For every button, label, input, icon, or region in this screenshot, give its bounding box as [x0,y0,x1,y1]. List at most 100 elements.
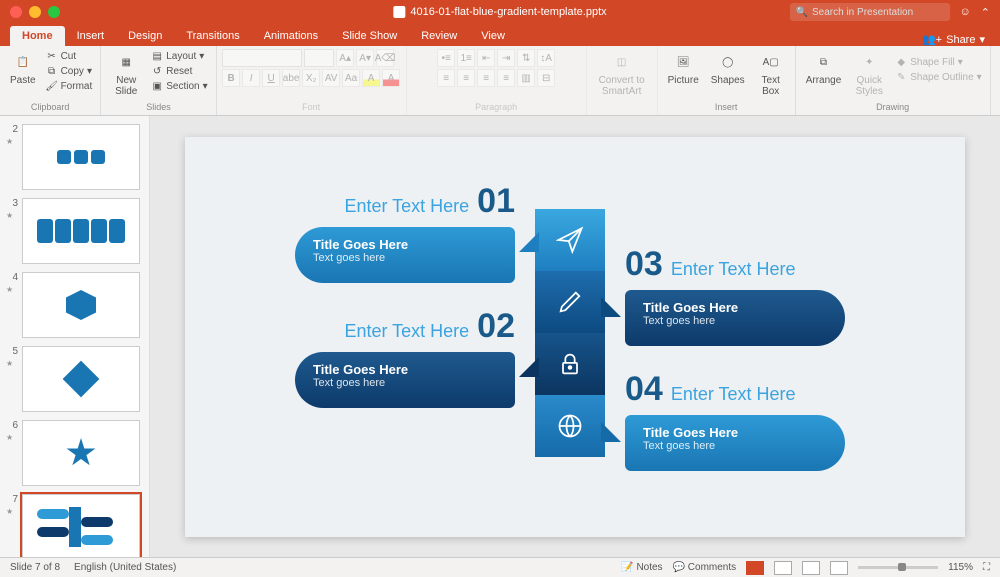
increase-font-button[interactable]: A▴ [336,49,354,67]
font-color-button[interactable]: A [382,69,400,87]
thumb-6[interactable]: 6★ [0,416,149,490]
notes-button[interactable]: 📝 Notes [621,562,662,573]
chevron-down-icon: ▾ [87,66,92,77]
paste-button[interactable]: 📋 Paste [6,49,40,88]
outdent-button[interactable]: ⇤ [477,49,495,67]
arrange-button[interactable]: ⧉Arrange [802,49,846,88]
align-right-button[interactable]: ≡ [477,69,495,87]
tab-review[interactable]: Review [409,26,469,46]
align-left-button[interactable]: ≡ [437,69,455,87]
tab-transitions[interactable]: Transitions [174,26,251,46]
tab-view[interactable]: View [469,26,517,46]
quick-styles-button[interactable]: ✦Quick Styles [849,49,889,99]
language-indicator[interactable]: English (United States) [74,562,176,573]
spine-block-2 [535,271,605,333]
copy-button[interactable]: ⧉Copy▾ [44,64,95,78]
item-04[interactable]: 04 Enter Text Here Title Goes Here Text … [625,370,845,471]
feedback-icon[interactable]: ☺ [960,6,971,18]
slide-panel[interactable]: 2★ 3★ 4★ 5★ 6★ 7★ 8★ [0,116,150,557]
picture-button[interactable]: 🖼Picture [664,49,703,88]
align-center-button[interactable]: ≡ [457,69,475,87]
cut-button[interactable]: ✂Cut [44,49,95,63]
slideshow-view-button[interactable] [830,561,848,575]
shape-outline-button[interactable]: ✎Shape Outline▾ [893,70,983,84]
reset-button[interactable]: ↺Reset [149,64,209,78]
item-number: 01 [477,182,515,221]
new-slide-icon: ▦ [115,51,137,73]
filename-label: 4016-01-flat-blue-gradient-template.pptx [393,6,606,18]
picture-icon: 🖼 [672,51,694,73]
font-family-select[interactable] [222,49,302,67]
strike-button[interactable]: abe [282,69,300,87]
thumb-3[interactable]: 3★ [0,194,149,268]
comments-button[interactable]: 💬 Comments [673,562,737,573]
enter-text: Enter Text Here [344,196,469,217]
item-02[interactable]: Enter Text Here 02 Title Goes Here Text … [295,307,515,408]
canvas-area[interactable]: Enter Text Here 01 Title Goes Here Text … [150,116,1000,557]
group-label: Font [302,101,320,112]
group-label: Paragraph [475,101,517,112]
thumb-2[interactable]: 2★ [0,120,149,194]
thumb-4[interactable]: 4★ [0,268,149,342]
fit-to-window-button[interactable]: ⛶ [983,562,990,573]
shapes-button[interactable]: ◯Shapes [707,49,749,88]
paste-icon: 📋 [12,51,34,73]
connector [519,232,539,252]
close-window-button[interactable] [10,6,22,18]
format-painter-button[interactable]: 🖌Format [44,79,95,93]
decrease-font-button[interactable]: A▾ [356,49,374,67]
textbox-button[interactable]: A▢Text Box [753,49,789,99]
line-spacing-button[interactable]: ⇅ [517,49,535,67]
bold-button[interactable]: B [222,69,240,87]
italic-button[interactable]: I [242,69,260,87]
spacing-button[interactable]: AV [322,69,340,87]
font-size-select[interactable] [304,49,334,67]
layout-icon: ▤ [151,50,163,62]
new-slide-button[interactable]: ▦ New Slide [107,49,145,99]
columns-button[interactable]: ▥ [517,69,535,87]
reading-view-button[interactable] [802,561,820,575]
convert-smartart-button[interactable]: ◫ Convert to SmartArt [593,49,651,99]
star-icon: ★ [6,211,18,220]
align-text-button[interactable]: ⊟ [537,69,555,87]
group-font: A▴ A▾ A⌫ B I U abe X₂ AV Aa A A Font [217,46,407,115]
justify-button[interactable]: ≡ [497,69,515,87]
thumb-5[interactable]: 5★ [0,342,149,416]
minimize-window-button[interactable] [29,6,41,18]
item-03[interactable]: 03 Enter Text Here Title Goes Here Text … [625,245,845,346]
fullscreen-window-button[interactable] [48,6,60,18]
layout-button[interactable]: ▤Layout▾ [149,49,209,63]
zoom-slider[interactable] [858,566,938,569]
item-sub: Text goes here [313,252,497,264]
chevron-down-icon: ▾ [979,33,985,46]
numbering-button[interactable]: 1≡ [457,49,475,67]
tab-slideshow[interactable]: Slide Show [330,26,409,46]
ribbon-toggle-icon[interactable]: ⌃ [981,6,990,19]
indent-button[interactable]: ⇥ [497,49,515,67]
subscript-button[interactable]: X₂ [302,69,320,87]
share-button[interactable]: 👥+ Share ▾ [922,33,985,46]
tab-animations[interactable]: Animations [252,26,330,46]
item-01[interactable]: Enter Text Here 01 Title Goes Here Text … [295,182,515,283]
section-button[interactable]: ▣Section▾ [149,79,209,93]
normal-view-button[interactable] [746,561,764,575]
zoom-level[interactable]: 115% [948,562,973,573]
slide-canvas[interactable]: Enter Text Here 01 Title Goes Here Text … [185,137,965,537]
tab-home[interactable]: Home [10,26,65,46]
sorter-view-button[interactable] [774,561,792,575]
text-direction-button[interactable]: ↕A [537,49,555,67]
window-controls [0,6,60,18]
search-input[interactable]: 🔍 Search in Presentation [790,3,950,21]
thumb-7[interactable]: 7★ [0,490,149,557]
fill-icon: ◆ [895,56,907,68]
highlight-button[interactable]: A [362,69,380,87]
tab-design[interactable]: Design [116,26,174,46]
tab-insert[interactable]: Insert [65,26,117,46]
clear-format-button[interactable]: A⌫ [376,49,394,67]
ribbon-tabs: Home Insert Design Transitions Animation… [0,24,1000,46]
shape-fill-button[interactable]: ◆Shape Fill▾ [893,55,983,69]
underline-button[interactable]: U [262,69,280,87]
chevron-down-icon: ▾ [203,81,208,92]
casechange-button[interactable]: Aa [342,69,360,87]
bullets-button[interactable]: •≡ [437,49,455,67]
